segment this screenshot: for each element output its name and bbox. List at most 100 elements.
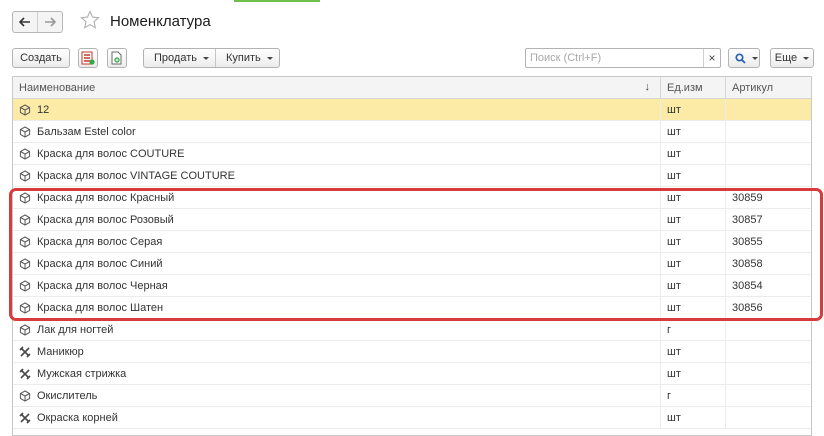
- cell-name: Лак для ногтей: [13, 319, 660, 340]
- table-row[interactable]: 12 шт: [13, 99, 811, 121]
- cell-unit: г: [660, 385, 725, 406]
- service-tools-icon: [19, 411, 31, 424]
- cell-name-text: Лак для ногтей: [37, 323, 114, 336]
- cell-name: Окислитель: [13, 385, 660, 406]
- column-header-unit-label: Ед.изм: [667, 81, 703, 94]
- arrow-right-icon: [45, 17, 56, 27]
- table-row[interactable]: Бальзам Estel color шт: [13, 121, 811, 143]
- cell-sku: 30859: [725, 187, 811, 208]
- cell-sku: [725, 121, 811, 142]
- cell-unit: шт: [660, 341, 725, 362]
- cell-name-text: Краска для волос Красный: [37, 191, 175, 204]
- cell-unit: шт: [660, 209, 725, 230]
- cell-name: Мужская стрижка: [13, 363, 660, 384]
- table-body: 12 шт Бальзам Estel color шт Краска для воло…: [13, 99, 811, 429]
- service-tools-icon: [19, 367, 31, 380]
- cell-sku: 30856: [725, 297, 811, 318]
- cell-name: Краска для волос Красный: [13, 187, 660, 208]
- table-row[interactable]: Краска для волос COUTURE шт: [13, 143, 811, 165]
- buy-button[interactable]: Купить: [214, 49, 279, 67]
- create-button[interactable]: Создать: [12, 48, 70, 68]
- column-header-name-label: Наименование: [19, 81, 96, 94]
- cell-sku: 30857: [725, 209, 811, 230]
- cell-sku: [725, 143, 811, 164]
- service-tools-icon: [19, 345, 31, 358]
- cell-sku: [725, 99, 811, 120]
- table-row[interactable]: Краска для волос VINTAGE COUTURE шт: [13, 165, 811, 187]
- cell-unit: шт: [660, 297, 725, 318]
- cell-unit: шт: [660, 187, 725, 208]
- cell-sku: [725, 385, 811, 406]
- cell-unit: шт: [660, 407, 725, 428]
- cell-name-text: Краска для волос Серая: [37, 235, 163, 248]
- more-button[interactable]: Еще: [770, 48, 814, 68]
- table-row[interactable]: Краска для волос Розовый шт 30857: [13, 209, 811, 231]
- close-icon: ×: [708, 51, 716, 65]
- cell-name: Краска для волос Серая: [13, 231, 660, 252]
- cell-unit: шт: [660, 231, 725, 252]
- favorite-button[interactable]: [80, 10, 100, 32]
- product-box-icon: [19, 169, 31, 182]
- table-row[interactable]: Мужская стрижка шт: [13, 363, 811, 385]
- product-box-icon: [19, 147, 31, 160]
- column-header-sku[interactable]: Артикул: [725, 77, 811, 98]
- find-button[interactable]: [728, 48, 760, 68]
- search-box: ×: [525, 48, 721, 68]
- table-row[interactable]: Краска для волос Серая шт 30855: [13, 231, 811, 253]
- cell-name: Краска для волос Розовый: [13, 209, 660, 230]
- cell-name: Краска для волос VINTAGE COUTURE: [13, 165, 660, 186]
- cell-sku: [725, 165, 811, 186]
- cell-unit: шт: [660, 363, 725, 384]
- document-add-icon: [111, 51, 122, 65]
- table-row[interactable]: Краска для волос Шатен шт 30856: [13, 297, 811, 319]
- product-box-icon: [19, 301, 31, 314]
- cell-name-text: Краска для волос Синий: [37, 257, 163, 270]
- active-tab-indicator: [234, 0, 320, 2]
- cell-name: Краска для волос Шатен: [13, 297, 660, 318]
- cell-name: Краска для волос Синий: [13, 253, 660, 274]
- sell-button[interactable]: Продать: [144, 49, 215, 67]
- cell-name: Бальзам Estel color: [13, 121, 660, 142]
- cell-sku: 30858: [725, 253, 811, 274]
- table-row[interactable]: Краска для волос Красный шт 30859: [13, 187, 811, 209]
- product-box-icon: [19, 125, 31, 138]
- column-header-name[interactable]: Наименование ↓: [13, 77, 660, 98]
- cell-sku: [725, 341, 811, 362]
- copy-document-button[interactable]: [107, 48, 127, 68]
- cell-name-text: Мужская стрижка: [37, 367, 127, 380]
- chevron-down-icon: [803, 56, 810, 60]
- chevron-down-icon: [202, 56, 209, 60]
- cell-sku: 30854: [725, 275, 811, 296]
- table-row[interactable]: Краска для волос Синий шт 30858: [13, 253, 811, 275]
- cell-name-text: 12: [37, 103, 50, 116]
- arrow-left-icon: [19, 17, 30, 27]
- sell-buy-group: Продать Купить: [143, 48, 280, 68]
- cell-unit: шт: [660, 143, 725, 164]
- cell-name-text: Окислитель: [37, 389, 98, 402]
- product-box-icon: [19, 191, 31, 204]
- cell-name: 12: [13, 99, 660, 120]
- forward-button[interactable]: [37, 12, 62, 32]
- column-header-unit[interactable]: Ед.изм: [660, 77, 725, 98]
- nomenclature-table: Наименование ↓ Ед.изм Артикул 12 шт Бальза…: [12, 76, 812, 436]
- cell-name: Краска для волос COUTURE: [13, 143, 660, 164]
- table-row[interactable]: Краска для волос Черная шт 30854: [13, 275, 811, 297]
- cell-name-text: Краска для волос Розовый: [37, 213, 174, 226]
- table-row[interactable]: Маникюр шт: [13, 341, 811, 363]
- cell-sku: 30855: [725, 231, 811, 252]
- cell-name: Краска для волос Черная: [13, 275, 660, 296]
- back-button[interactable]: [13, 12, 37, 32]
- cell-name-text: Бальзам Estel color: [37, 125, 136, 138]
- table-row[interactable]: Окислитель г: [13, 385, 811, 407]
- product-box-icon: [19, 213, 31, 226]
- cell-unit: шт: [660, 165, 725, 186]
- cell-name: Окраска корней: [13, 407, 660, 428]
- buy-label: Купить: [225, 52, 261, 64]
- page-title: Номенклатура: [110, 13, 211, 30]
- search-input[interactable]: [526, 49, 702, 67]
- table-row[interactable]: Лак для ногтей г: [13, 319, 811, 341]
- table-row[interactable]: Окраска корней шт: [13, 407, 811, 429]
- clear-search-button[interactable]: ×: [703, 49, 720, 67]
- list-settings-button[interactable]: [78, 48, 98, 68]
- cell-name: Маникюр: [13, 341, 660, 362]
